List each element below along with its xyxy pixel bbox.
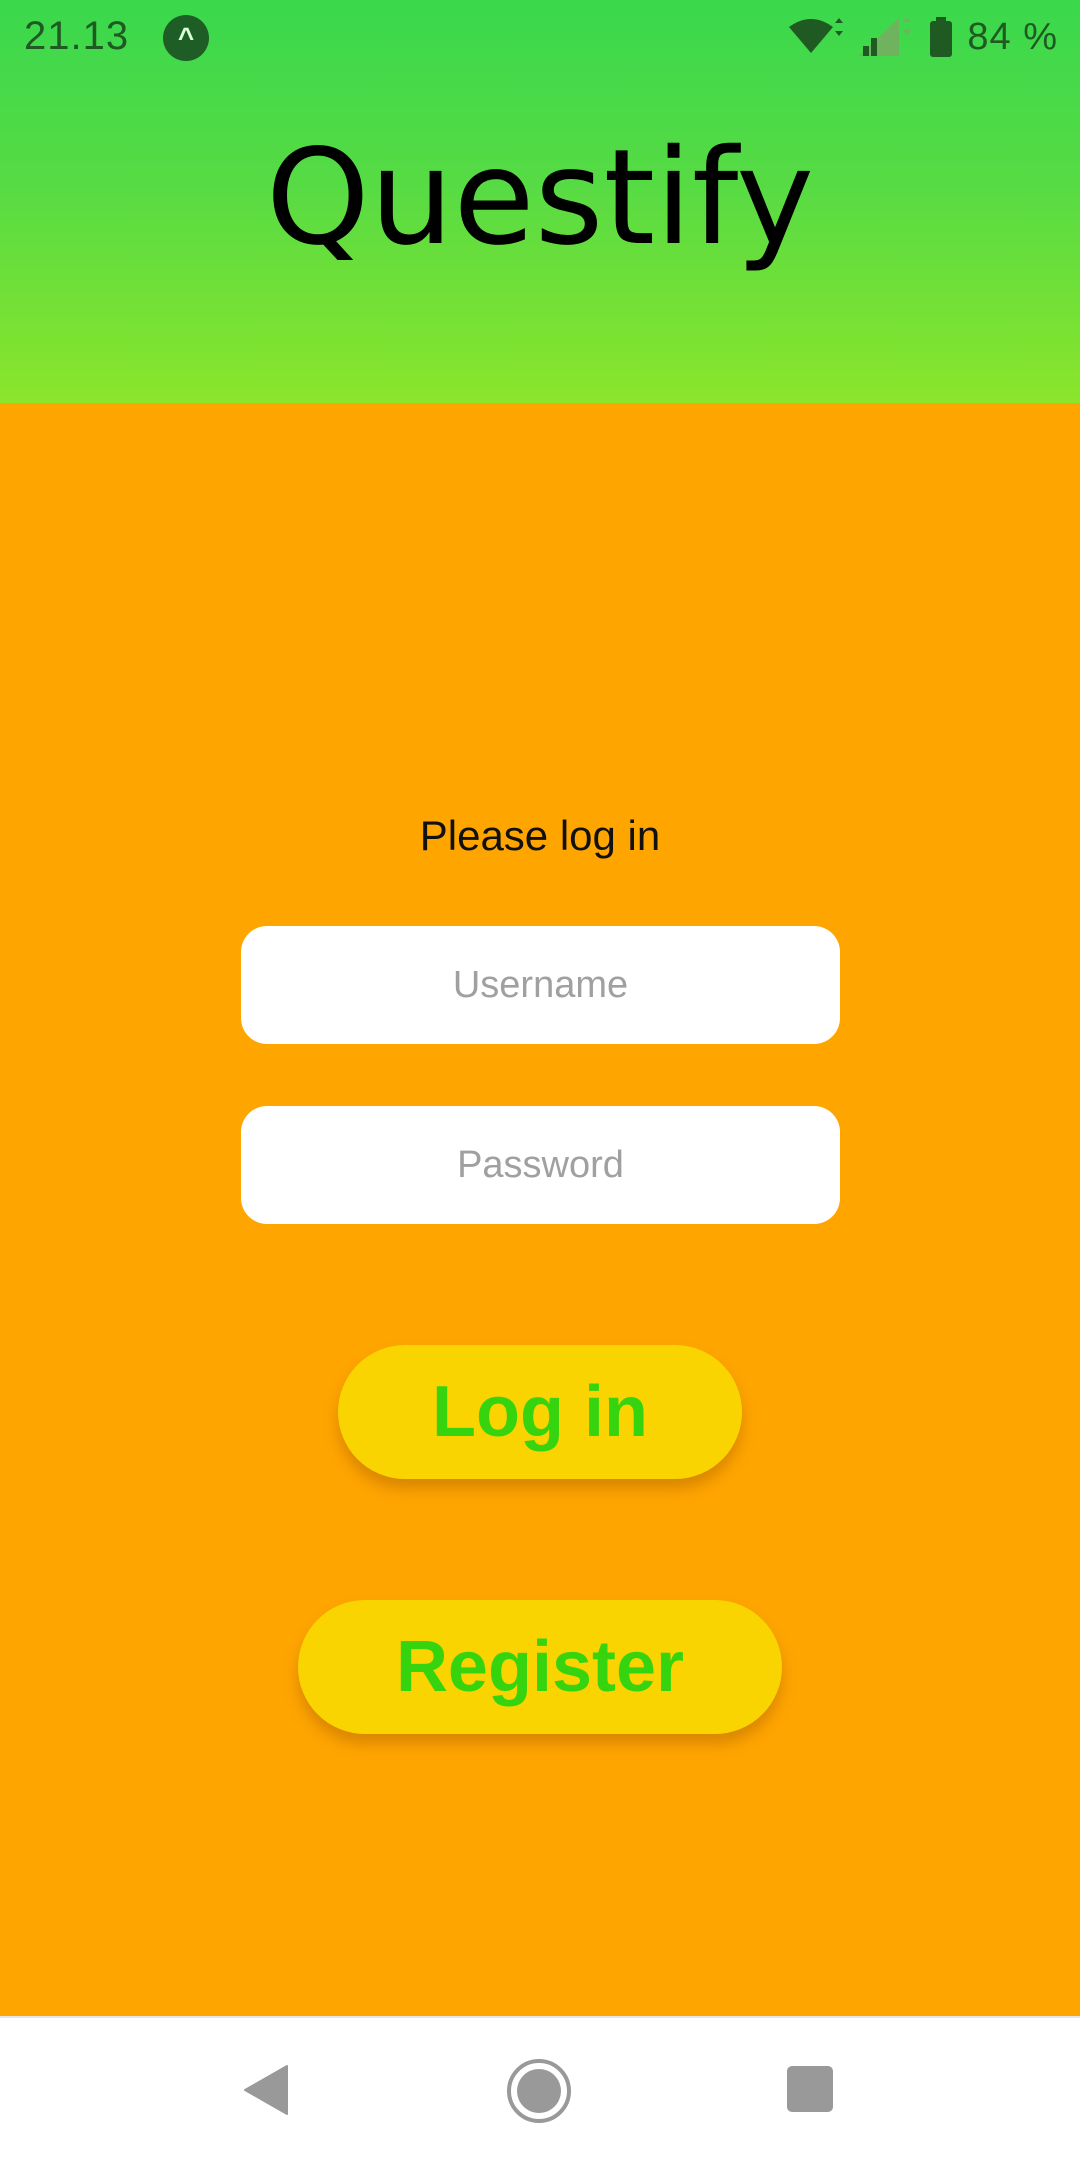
signal-icon bbox=[859, 17, 912, 56]
username-input[interactable] bbox=[241, 926, 840, 1044]
wifi-icon bbox=[789, 18, 844, 53]
back-icon[interactable] bbox=[243, 2064, 289, 2116]
login-button[interactable]: Log in bbox=[338, 1345, 742, 1479]
recents-icon[interactable] bbox=[787, 2066, 833, 2112]
password-input[interactable] bbox=[241, 1106, 840, 1224]
status-icons: 84 % bbox=[787, 14, 1058, 60]
app-header: 21.13 ^ 84 % Questify bbox=[0, 0, 1080, 403]
battery-icon bbox=[930, 17, 953, 57]
register-button[interactable]: Register bbox=[298, 1600, 782, 1734]
login-prompt: Please log in bbox=[419, 812, 661, 859]
status-bar: 21.13 ^ 84 % bbox=[0, 0, 1080, 72]
battery-percent: 84 % bbox=[967, 15, 1058, 58]
app-title: Questify bbox=[265, 121, 815, 275]
navigation-bar bbox=[0, 2016, 1080, 2162]
status-time: 21.13 bbox=[24, 14, 130, 58]
home-icon[interactable] bbox=[506, 2058, 572, 2124]
app-notification-icon: ^ bbox=[163, 15, 209, 61]
